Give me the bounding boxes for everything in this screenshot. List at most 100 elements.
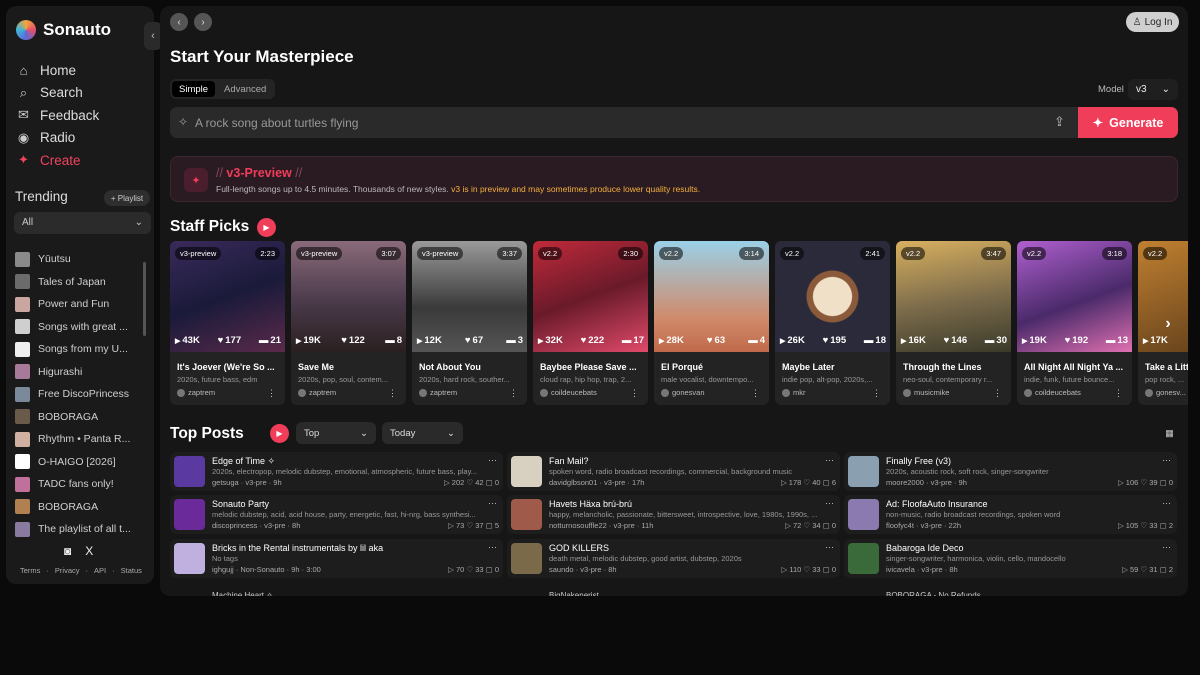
more-options-icon[interactable]: ⋮: [993, 388, 1002, 399]
comments-count[interactable]: ▬ 8: [385, 335, 402, 346]
footer-link-privacy[interactable]: Privacy: [55, 566, 80, 575]
grid-view-icon[interactable]: ▦: [1161, 425, 1178, 442]
song-author[interactable]: zaptrem: [419, 388, 457, 397]
song-card[interactable]: v3-preview 3:37 ▶ 12K ♥ 67 ▬ 3 Not About You 2020…: [412, 241, 527, 405]
post-author[interactable]: floofyc4t: [886, 521, 914, 530]
song-card[interactable]: v2.2 2:41 ▶ 26K ♥ 195 ▬ 18 Maybe Later indie pop,…: [775, 241, 890, 405]
likes-count[interactable]: ♥ 67: [465, 335, 483, 346]
post-author[interactable]: moore2000: [886, 478, 924, 487]
trending-item[interactable]: Free DiscoPrincess: [15, 383, 143, 406]
trending-item[interactable]: Tales of Japan: [15, 271, 143, 294]
post-row[interactable]: Bricks in the Rental instrumentals by li…: [170, 539, 503, 578]
post-title[interactable]: Sonauto Party: [212, 499, 462, 509]
post-row[interactable]: Fan Mail? spoken word, radio broadcast re…: [507, 452, 840, 491]
song-author[interactable]: zaptrem: [298, 388, 336, 397]
login-button[interactable]: ♙ Log In: [1126, 12, 1179, 32]
post-title[interactable]: Bricks in the Rental instrumentals by li…: [212, 543, 462, 553]
post-title[interactable]: Babaroga Ide Deco: [886, 543, 1136, 553]
song-card[interactable]: v2.2 3:14 ▶ 28K ♥ 63 ▬ 4 El Porqué male vocalist,…: [654, 241, 769, 405]
song-title[interactable]: All Night All Night Ya ...: [1024, 362, 1128, 372]
more-options-icon[interactable]: ⋮: [630, 388, 639, 399]
song-author[interactable]: coildeucebats: [540, 388, 597, 397]
comments-count[interactable]: ▬ 4: [748, 335, 765, 346]
footer-link-api[interactable]: API: [94, 566, 106, 575]
comments-count[interactable]: ▬ 13: [1106, 335, 1128, 346]
more-options-icon[interactable]: ···: [825, 455, 834, 465]
song-author[interactable]: mkr: [782, 388, 806, 397]
song-card[interactable]: v2.2 3:18 ▶ 19K ♥ 192 ▬ 13 All Night All Night Y…: [1017, 241, 1132, 405]
more-options-icon[interactable]: ⋮: [388, 388, 397, 399]
more-options-icon[interactable]: ⋮: [267, 388, 276, 399]
more-options-icon[interactable]: ···: [1162, 542, 1171, 552]
more-options-icon[interactable]: ···: [488, 542, 497, 552]
likes-count[interactable]: ♥ 195: [823, 335, 847, 346]
more-options-icon[interactable]: ···: [825, 542, 834, 552]
song-author[interactable]: zaptrem: [177, 388, 215, 397]
post-row[interactable]: Finally Free (v3) 2020s, acoustic rock, s…: [844, 452, 1177, 491]
forward-button[interactable]: ›: [194, 13, 212, 31]
likes-count[interactable]: ♥ 222: [581, 335, 605, 346]
post-author[interactable]: discoprincess: [212, 521, 257, 530]
song-author[interactable]: gonesv...: [1145, 388, 1186, 397]
song-card[interactable]: v3-preview 2:23 ▶ 43K ♥ 177 ▬ 21 It's Joever (We…: [170, 241, 285, 405]
back-button[interactable]: ‹: [170, 13, 188, 31]
more-options-icon[interactable]: ⋮: [509, 388, 518, 399]
post-author[interactable]: ighgujj: [212, 565, 234, 574]
post-row[interactable]: Havets Häxa brú-brú happy, melancholic, p…: [507, 495, 840, 534]
time-range-select[interactable]: Today ⌄: [382, 422, 463, 444]
comments-count[interactable]: ▬ 21: [259, 335, 281, 346]
post-row[interactable]: Babaroga Ide Deco singer-songwriter, harm…: [844, 539, 1177, 578]
post-title[interactable]: Finally Free (v3): [886, 456, 1136, 466]
post-title[interactable]: Ad: FloofaAuto Insurance: [886, 499, 1136, 509]
trending-item[interactable]: BOBORAGA: [15, 496, 143, 519]
play-top-posts-button[interactable]: ▶: [270, 424, 289, 443]
more-options-icon[interactable]: ⋮: [1114, 388, 1123, 399]
play-staff-picks-button[interactable]: ▶: [257, 218, 276, 237]
likes-count[interactable]: ♥ 192: [1065, 335, 1089, 346]
model-select[interactable]: v3 ⌄: [1128, 79, 1178, 100]
song-title[interactable]: Save Me: [298, 362, 402, 372]
nav-item-search[interactable]: ⌕ Search: [16, 82, 99, 105]
trending-item[interactable]: BOBORAGA: [15, 406, 143, 429]
trending-scrollbar[interactable]: [143, 262, 146, 336]
more-options-icon[interactable]: ···: [488, 498, 497, 508]
post-row[interactable]: GOD KILLERS death metal, melodic dubstep,…: [507, 539, 840, 578]
comments-count[interactable]: ▬ 17: [622, 335, 644, 346]
post-title[interactable]: Edge of Time ✧: [212, 456, 462, 467]
footer-link-status[interactable]: Status: [121, 566, 142, 575]
logo[interactable]: Sonauto: [16, 20, 111, 40]
prompt-input[interactable]: A rock song about turtles flying: [195, 116, 358, 130]
post-row[interactable]: Ad: FloofaAuto Insurance non-music, radio…: [844, 495, 1177, 534]
comments-count[interactable]: ▬ 30: [985, 335, 1007, 346]
song-card[interactable]: v2.2 2:30 ▶ 32K ♥ 222 ▬ 17 Baybee Please Save ..…: [533, 241, 648, 405]
trending-filter-select[interactable]: All ⌄: [14, 212, 151, 234]
post-author[interactable]: ivicavela: [886, 565, 915, 574]
post-title[interactable]: Fan Mail?: [549, 456, 799, 466]
likes-count[interactable]: ♥ 122: [341, 335, 365, 346]
song-title[interactable]: Not About You: [419, 362, 523, 372]
post-title-partial[interactable]: BigNakenerist: [549, 591, 599, 596]
song-title[interactable]: Take a Litt...: [1145, 362, 1188, 372]
song-title[interactable]: Maybe Later: [782, 362, 886, 372]
post-row[interactable]: Edge of Time ✧ 2020s, electropop, melodic…: [170, 452, 503, 491]
song-author[interactable]: coildeucebats: [1024, 388, 1081, 397]
song-author[interactable]: gonesvan: [661, 388, 705, 397]
trending-item[interactable]: Power and Fun: [15, 293, 143, 316]
song-card[interactable]: v3-preview 3:07 ▶ 19K ♥ 122 ▬ 8 Save Me 2020s, po…: [291, 241, 406, 405]
song-title[interactable]: It's Joever (We're So ...: [177, 362, 281, 372]
nav-item-feedback[interactable]: ✉ Feedback: [16, 104, 99, 127]
post-author[interactable]: getsuga: [212, 478, 239, 487]
trending-item[interactable]: Higurashi: [15, 361, 143, 384]
likes-count[interactable]: ♥ 63: [707, 335, 725, 346]
song-card[interactable]: v2.2 3:47 ▶ 16K ♥ 146 ▬ 30 Through the Lines neo-…: [896, 241, 1011, 405]
nav-item-create[interactable]: ✦ Create: [16, 149, 99, 172]
upload-icon[interactable]: ⇪: [1054, 114, 1065, 130]
likes-count[interactable]: ♥ 177: [218, 335, 242, 346]
trending-item[interactable]: Rhythm • Panta R...: [15, 428, 143, 451]
post-author[interactable]: notturnosouffle22: [549, 521, 607, 530]
likes-count[interactable]: ♥ 146: [944, 335, 968, 346]
trending-item[interactable]: Yūutsu: [15, 248, 143, 271]
more-options-icon[interactable]: ···: [488, 455, 497, 465]
trending-item[interactable]: The playlist of all t...: [15, 518, 143, 541]
song-author[interactable]: musicmike: [903, 388, 949, 397]
